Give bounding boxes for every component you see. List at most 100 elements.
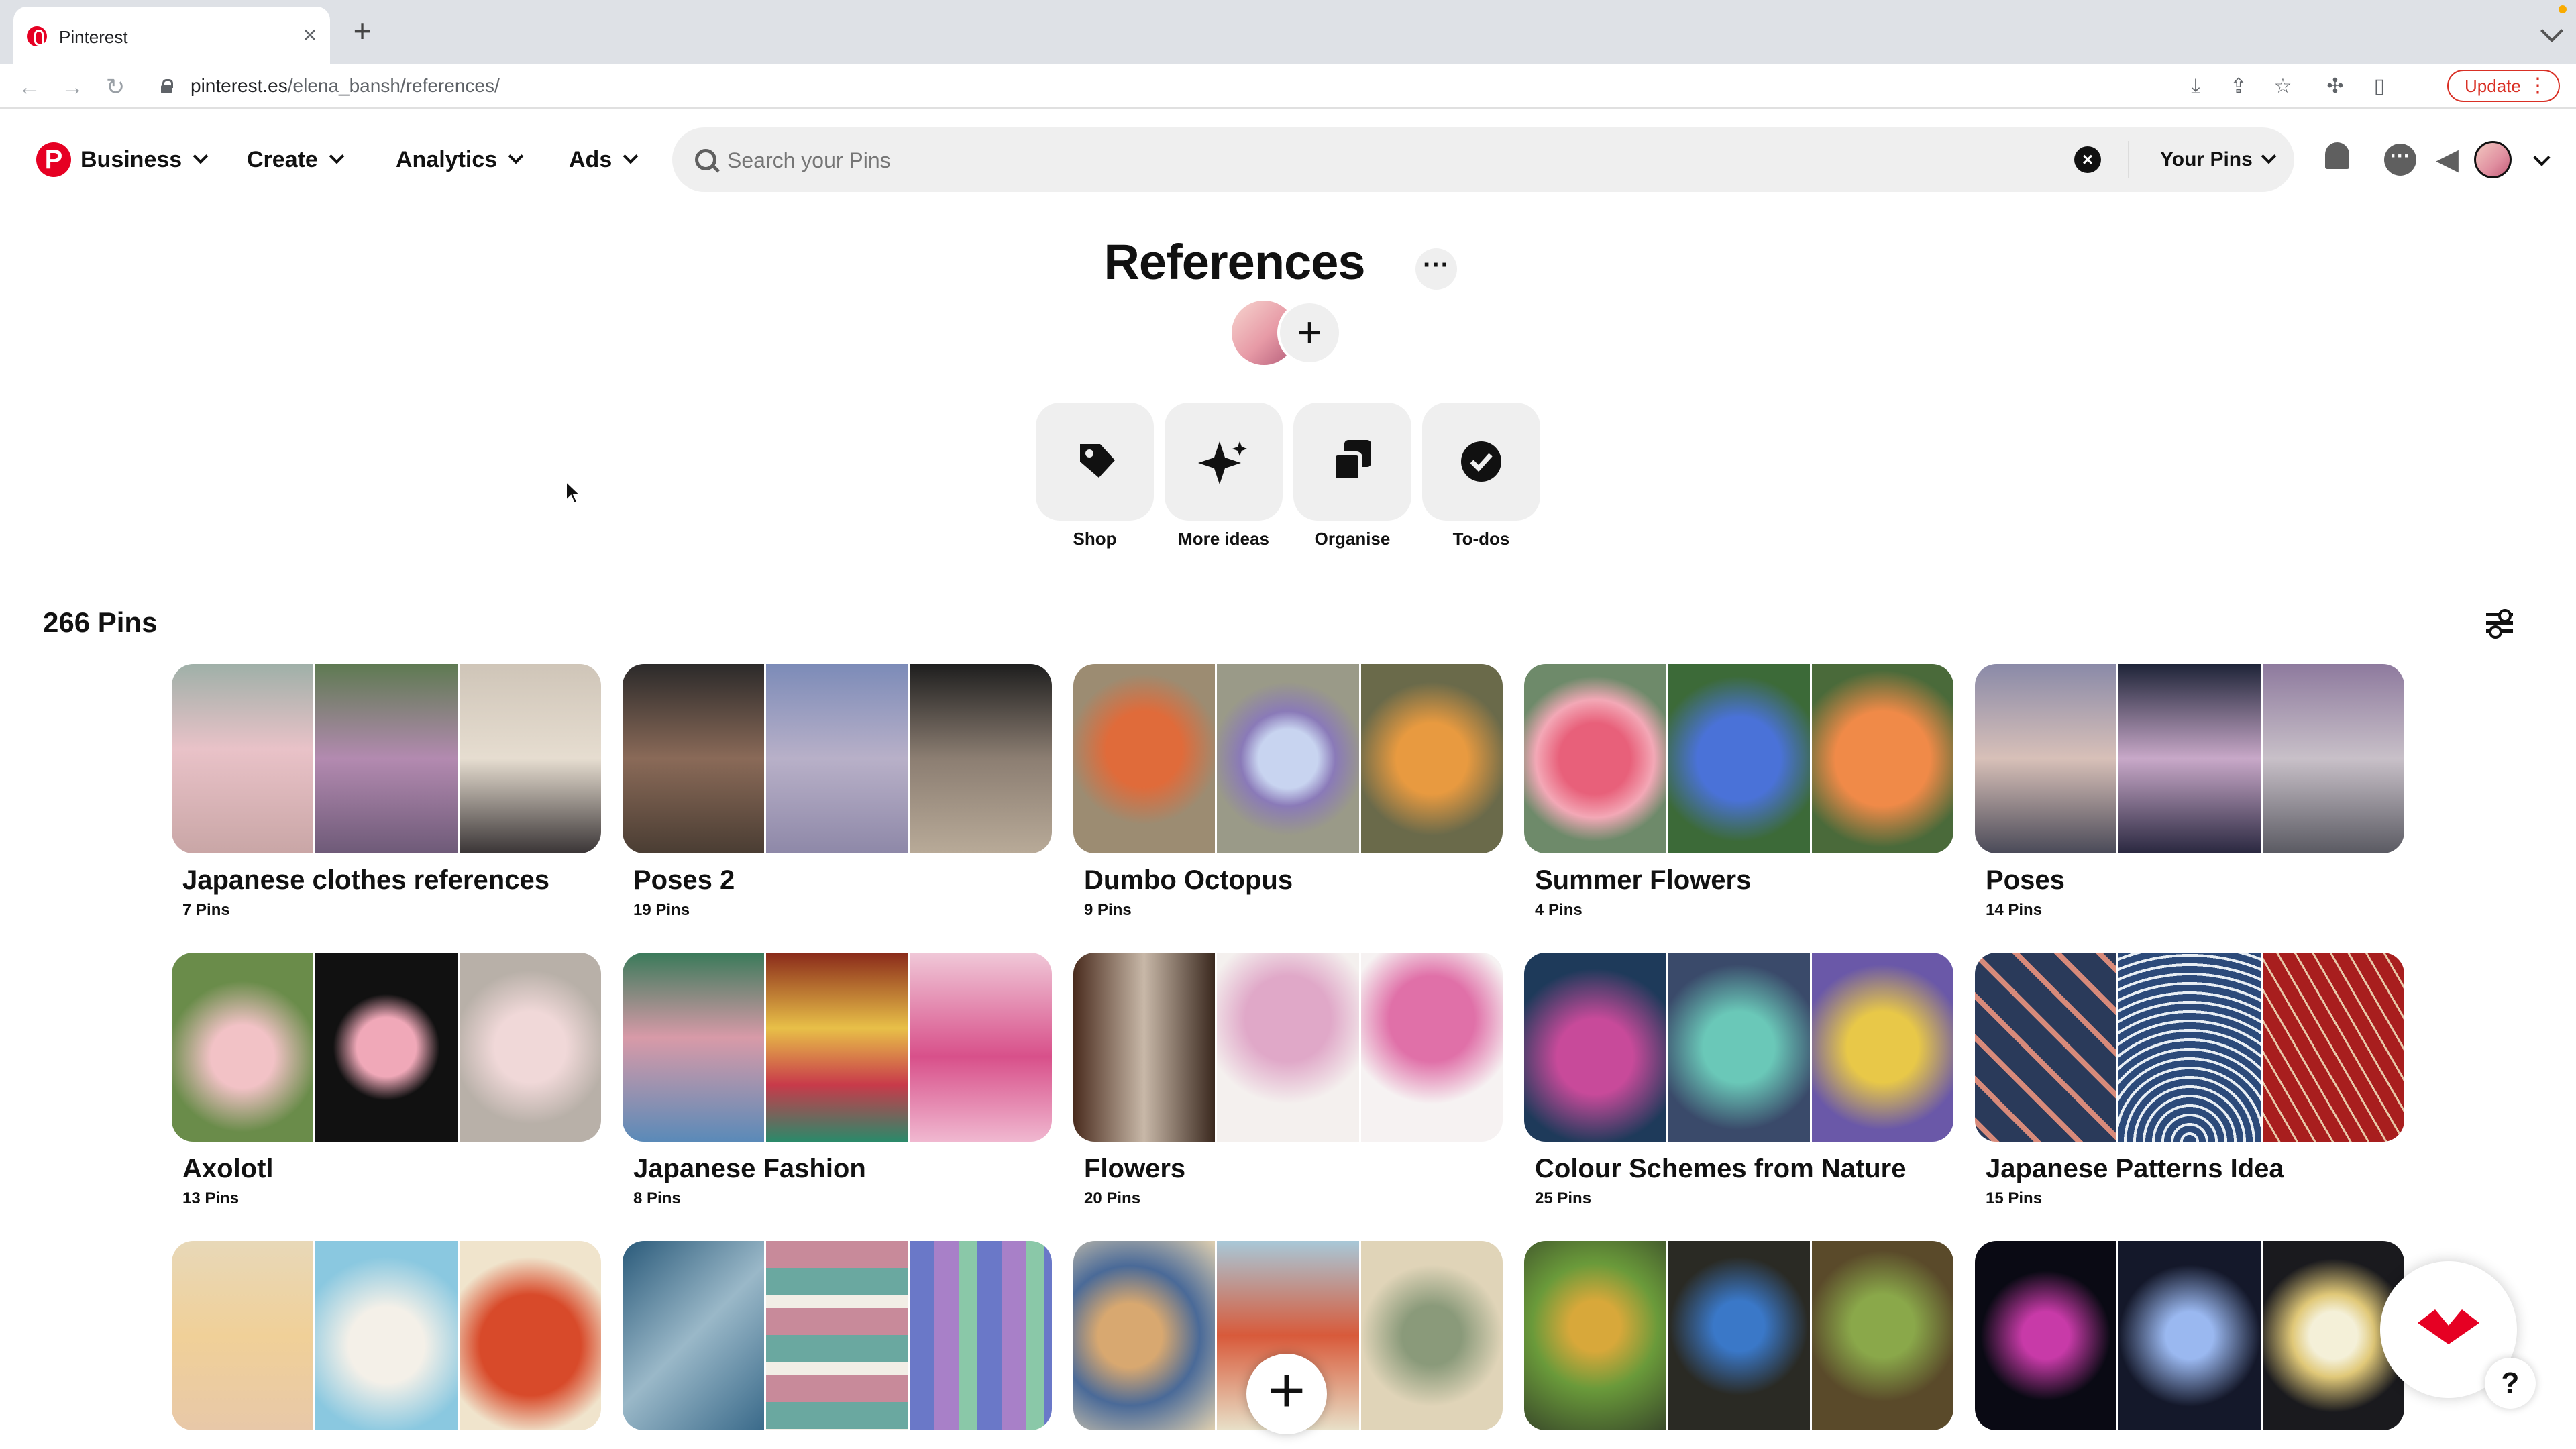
action-organise[interactable]: Organise (1293, 402, 1411, 549)
board-card[interactable] (1524, 1241, 1953, 1430)
action-label: To-dos (1452, 529, 1510, 549)
board-cover[interactable] (1073, 953, 1503, 1142)
address-bar[interactable]: pinterest.es/elena_bansh/references/ (191, 75, 500, 97)
action-label: Organise (1314, 529, 1391, 549)
board-cover[interactable] (1524, 1241, 1953, 1430)
board-card[interactable] (1975, 1241, 2404, 1430)
board-name: Colour Schemes from Nature (1535, 1154, 1907, 1183)
browser-tab[interactable]: Pinterest × (13, 7, 330, 64)
chevron-down-icon (329, 148, 345, 164)
board-card[interactable]: Japanese Patterns Idea 15 Pins (1975, 953, 2404, 1208)
nav-create[interactable]: Create (247, 145, 345, 174)
sparkle-icon[interactable] (1165, 402, 1283, 521)
check-circle-icon[interactable] (1422, 402, 1540, 521)
board-cover[interactable] (623, 664, 1052, 853)
add-pin-button[interactable]: + (1246, 1354, 1327, 1434)
board-card[interactable]: Japanese clothes references 7 Pins (172, 664, 601, 920)
install-icon[interactable]: ⤓ (2184, 75, 2207, 98)
action-label: Shop (1073, 529, 1117, 549)
board-card[interactable] (172, 1241, 601, 1430)
bookmark-star-icon[interactable]: ☆ (2271, 75, 2294, 98)
account-chevron-down-icon[interactable] (2533, 149, 2551, 166)
more-vert-icon: ⋮ (2528, 74, 2548, 97)
board-card[interactable]: Axolotl 13 Pins (172, 953, 601, 1208)
your-pins-dropdown[interactable]: Your Pins (2160, 145, 2277, 174)
board-more-options-icon[interactable]: ··· (1415, 248, 1457, 290)
back-arrow-icon[interactable]: ← (16, 74, 43, 101)
update-button[interactable]: Update ⋮ (2447, 70, 2560, 102)
board-cover[interactable] (1073, 664, 1503, 853)
organise-icon[interactable] (1293, 402, 1411, 521)
extensions-puzzle-icon[interactable]: ✣ (2324, 75, 2347, 98)
board-cover[interactable] (1524, 953, 1953, 1142)
page-title: References (0, 233, 2576, 290)
action-todos[interactable]: To-dos (1422, 402, 1540, 549)
nav-business[interactable]: Business (80, 145, 209, 174)
board-card[interactable]: Summer Flowers 4 Pins (1524, 664, 1953, 920)
tab-title: Pinterest (59, 27, 128, 47)
board-pin-count: 9 Pins (1084, 901, 1132, 919)
chevron-down-icon (623, 148, 639, 164)
clear-search-icon[interactable]: × (2074, 146, 2101, 173)
chevron-down-icon (193, 148, 209, 164)
board-cover[interactable] (623, 953, 1052, 1142)
url-path: /elena_bansh/references/ (287, 75, 500, 96)
board-cover[interactable] (1975, 953, 2404, 1142)
board-card[interactable]: Poses 14 Pins (1975, 664, 2404, 920)
chevron-down-icon (508, 148, 524, 164)
action-label: More ideas (1178, 529, 1269, 549)
search-bar: × Your Pins (672, 127, 2294, 192)
board-cover[interactable] (623, 1241, 1052, 1430)
nav-analytics[interactable]: Analytics (396, 145, 524, 174)
board-pin-count: 19 Pins (633, 901, 690, 919)
board-cover[interactable] (172, 953, 601, 1142)
board-cover[interactable] (1975, 1241, 2404, 1430)
reload-icon[interactable]: ↻ (102, 74, 129, 101)
board-pin-count: 14 Pins (1986, 901, 2043, 919)
board-cover[interactable] (172, 664, 601, 853)
board-card[interactable] (623, 1241, 1052, 1430)
tag-icon[interactable] (1036, 402, 1154, 521)
board-name: Japanese Fashion (633, 1154, 866, 1183)
board-name: Axolotl (182, 1154, 274, 1183)
board-pin-count: 13 Pins (182, 1189, 239, 1208)
board-card[interactable]: Poses 2 19 Pins (623, 664, 1052, 920)
messages-icon[interactable]: ··· (2384, 144, 2416, 176)
board-card[interactable]: Colour Schemes from Nature 25 Pins (1524, 953, 1953, 1208)
chevron-down-icon (2261, 148, 2277, 164)
help-question-icon[interactable]: ? (2485, 1358, 2536, 1409)
search-divider (2128, 141, 2129, 178)
forward-arrow-icon[interactable]: → (59, 74, 86, 101)
tab-search-chevron-icon[interactable] (2540, 19, 2563, 42)
close-tab-icon[interactable]: × (298, 23, 322, 47)
avatar[interactable] (2474, 141, 2512, 178)
notifications-bell-icon[interactable] (2325, 142, 2349, 169)
nav-ads[interactable]: Ads (569, 145, 639, 174)
board-card[interactable]: Dumbo Octopus 9 Pins (1073, 664, 1503, 920)
action-shop[interactable]: Shop (1036, 402, 1154, 549)
megaphone-icon[interactable]: ◀ (2431, 144, 2463, 176)
new-tab-icon[interactable]: + (349, 15, 376, 46)
board-cover[interactable] (1524, 664, 1953, 853)
board-cover[interactable] (1975, 664, 2404, 853)
side-panel-icon[interactable]: ▯ (2368, 75, 2391, 98)
board-pin-count: 4 Pins (1535, 901, 1582, 919)
board-card[interactable]: Flowers 20 Pins (1073, 953, 1503, 1208)
action-more-ideas[interactable]: More ideas (1165, 402, 1283, 549)
browser-tab-bar: Pinterest × + (0, 0, 2576, 64)
share-icon[interactable]: ⇪ (2227, 75, 2250, 98)
add-collaborator-button[interactable]: + (1277, 301, 1342, 365)
pinterest-logo-icon[interactable] (36, 142, 71, 177)
mouse-cursor-icon (566, 480, 582, 504)
filter-sliders-icon[interactable] (2486, 609, 2513, 639)
search-input[interactable] (726, 142, 2070, 178)
pinterest-favicon-icon (27, 26, 47, 46)
board-card[interactable]: Japanese Fashion 8 Pins (623, 953, 1052, 1208)
board-name: Japanese clothes references (182, 865, 549, 895)
lock-icon[interactable] (161, 79, 173, 93)
board-pin-count: 7 Pins (182, 901, 230, 919)
board-cover[interactable] (172, 1241, 601, 1430)
nav-analytics-label: Analytics (396, 147, 498, 172)
search-icon (695, 149, 716, 170)
pins-count: 266 Pins (43, 606, 158, 638)
